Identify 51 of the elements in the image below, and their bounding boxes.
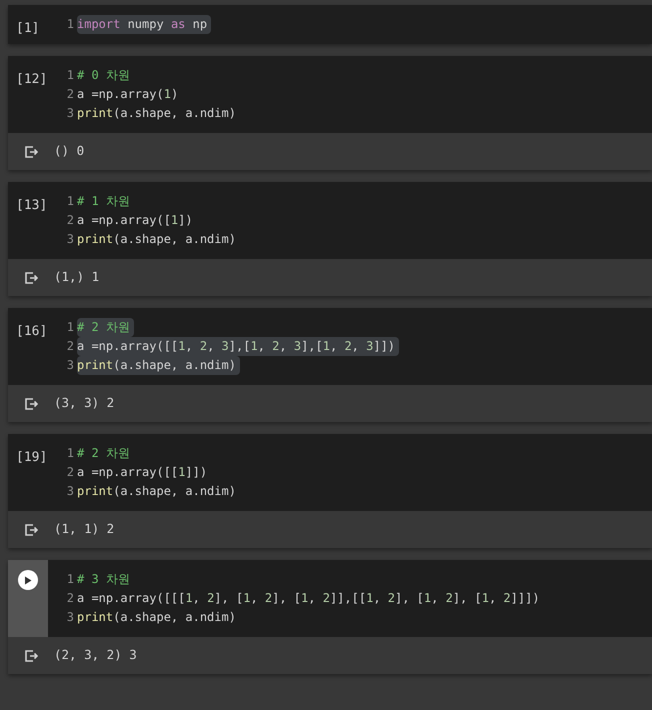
execution-count: [13] bbox=[16, 198, 48, 213]
code-line: print(a.shape, a.ndim) bbox=[77, 105, 236, 122]
execution-count: [1] bbox=[16, 21, 40, 36]
line-number: 1 bbox=[66, 571, 74, 588]
line-number: 3 bbox=[66, 231, 74, 248]
line-number: 3 bbox=[66, 483, 74, 500]
code-line: # 2 차원 bbox=[77, 445, 130, 462]
code-line: a =np.array([[[1, 2], [1, 2], [1, 2]],[[1, 2], [1, 2], [1, 2]]]) bbox=[77, 590, 540, 607]
code-line: # 3 차원 bbox=[77, 571, 130, 588]
line-number: 3 bbox=[66, 357, 74, 374]
code-line: print(a.shape, a.ndim) bbox=[77, 483, 236, 500]
output-text: () 0 bbox=[54, 142, 84, 160]
code-cell[interactable]: [1] 1 import numpy as np bbox=[8, 5, 652, 44]
line-number: 3 bbox=[66, 105, 74, 122]
line-number: 2 bbox=[66, 464, 74, 481]
output-icon bbox=[24, 270, 38, 284]
line-number: 3 bbox=[66, 609, 74, 626]
line-number: 1 bbox=[66, 67, 74, 84]
output-icon bbox=[24, 648, 38, 662]
output-icon bbox=[24, 144, 38, 158]
code-line: a =np.array([[1]]) bbox=[77, 464, 208, 481]
code-line: print(a.shape, a.ndim) bbox=[77, 609, 236, 626]
output-icon bbox=[24, 522, 38, 536]
execution-count: [16] bbox=[16, 324, 48, 339]
line-number: 1 bbox=[66, 193, 74, 210]
code-line: # 1 차원 bbox=[77, 193, 130, 210]
code-line: a =np.array(1) bbox=[77, 86, 178, 103]
output-text: (2, 3, 2) 3 bbox=[54, 646, 137, 664]
code-cell[interactable]: [12] 1 # 0 차원 2 a =np.array(1) 3 print(a.shape, a.ndim) bbox=[8, 56, 652, 133]
code-cell[interactable]: [16] 1 # 2 차원 2 a =np.array([[1, 2, 3],[1, 2, 3],[1, 2, 3]]) 3 print(a.shape, a.ndim) bbox=[8, 308, 652, 385]
line-number: 1 bbox=[66, 16, 74, 33]
line-number: 2 bbox=[66, 86, 74, 103]
line-number: 2 bbox=[66, 590, 74, 607]
output-text: (3, 3) 2 bbox=[54, 394, 114, 412]
output-icon bbox=[24, 396, 38, 410]
run-button[interactable] bbox=[18, 570, 38, 590]
code-cell[interactable]: 1 # 3 차원 2 a =np.array([[[1, 2], [1, 2], [1, 2]],[[1, 2], [1, 2], [1, 2]]]) 3 print(a.shape, a.ndim) bbox=[8, 560, 652, 637]
code-cell[interactable]: [19] 1 # 2 차원 2 a =np.array([[1]]) 3 print(a.shape, a.ndim) bbox=[8, 434, 652, 511]
execution-count: [19] bbox=[16, 450, 48, 465]
code-line: print(a.shape, a.ndim) bbox=[77, 231, 236, 248]
execution-count: [12] bbox=[16, 72, 48, 87]
code-cell[interactable]: [13] 1 # 1 차원 2 a =np.array([1]) 3 print(a.shape, a.ndim) bbox=[8, 182, 652, 259]
output-text: (1, 1) 2 bbox=[54, 520, 114, 538]
line-number: 2 bbox=[66, 338, 74, 355]
code-line: a =np.array([1]) bbox=[77, 212, 193, 229]
code-line: # 0 차원 bbox=[77, 67, 130, 84]
line-number: 1 bbox=[66, 319, 74, 336]
output-text: (1,) 1 bbox=[54, 268, 100, 286]
play-icon bbox=[24, 576, 32, 584]
line-number: 1 bbox=[66, 445, 74, 462]
line-number: 2 bbox=[66, 212, 74, 229]
